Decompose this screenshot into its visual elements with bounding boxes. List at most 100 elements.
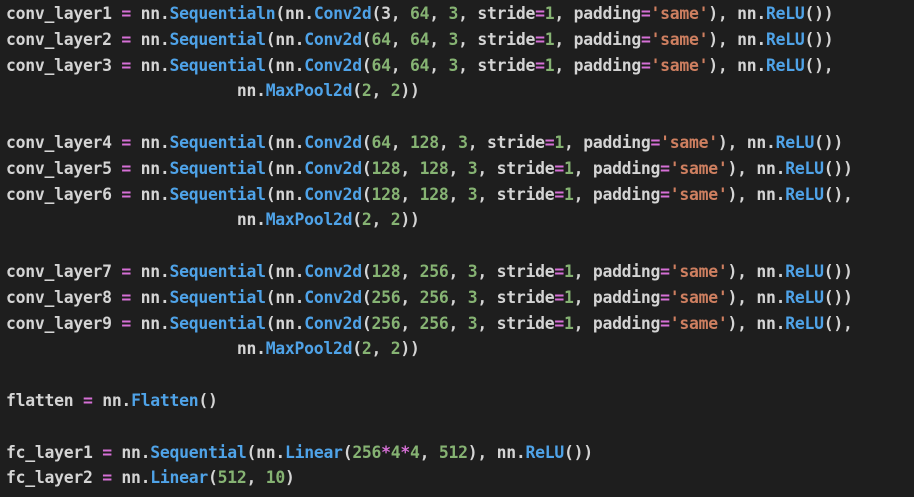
code-operator: = [121,184,132,204]
code-line[interactable]: conv_layer6 = nn.Sequential(nn.Conv2d(12… [6,182,914,208]
code-number: 3 [448,29,459,49]
code-line[interactable]: nn.MaxPool2d(2, 2)) [6,207,914,233]
code-text: flatten [6,390,83,410]
code-string: 'same' [669,313,728,333]
code-text: , [429,29,449,49]
code-number: 256 [419,287,449,307]
code-text: (), [823,184,853,204]
code-text: ( [361,261,372,281]
code-function-name: Sequential [169,287,266,307]
code-text: (nn. [265,55,305,75]
code-operator: = [554,158,564,178]
code-text: , padding [573,313,661,333]
code-operator: = [554,287,564,307]
code-editor[interactable]: conv_layer1 = nn.Sequentialn(nn.Conv2d(3… [0,0,914,497]
code-function-name: ReLU [525,442,565,462]
code-function-name: Sequential [169,158,266,178]
code-line[interactable]: conv_layer1 = nn.Sequentialn(nn.Conv2d(3… [6,1,914,27]
code-function-name: Conv2d [304,261,362,281]
code-line[interactable]: fc_layer2 = nn.Linear(512, 10) [6,465,914,491]
code-text: (nn. [265,287,305,307]
code-number: 2 [390,81,401,101]
code-number: 128 [371,261,401,281]
code-string: 'same' [669,287,728,307]
code-text: ( [361,287,372,307]
code-text: conv_layer1 [6,4,122,23]
code-line[interactable]: conv_layer8 = nn.Sequential(nn.Conv2d(25… [6,285,914,311]
code-text: ( [342,442,353,462]
code-number: 2 [390,210,401,230]
code-text: ), nn. [708,55,766,75]
code-number: 128 [419,184,449,204]
code-operator: = [640,29,651,49]
code-text: nn. [6,339,266,359]
code-text: , stride [477,261,555,281]
code-function-name: MaxPool2d [265,339,353,359]
code-text: , [390,132,411,152]
code-function-name: Conv2d [304,29,362,49]
code-text: ( [352,210,362,230]
code-text: nn. [131,313,170,333]
code-text: , stride [477,313,555,333]
code-operator: = [102,468,112,488]
code-line[interactable] [6,233,914,259]
code-number: 128 [410,132,439,152]
code-text: ( [361,158,372,178]
code-text: , [448,313,468,333]
code-line[interactable]: conv_layer4 = nn.Sequential(nn.Conv2d(64… [6,130,914,156]
code-function-name: ReLU [785,313,824,333]
code-number: 256 [419,313,449,333]
code-text: , padding [573,158,661,178]
code-line[interactable]: conv_layer3 = nn.Sequential(nn.Conv2d(64… [6,53,914,79]
code-line[interactable]: conv_layer7 = nn.Sequential(nn.Conv2d(12… [6,259,914,285]
code-text: ( [361,184,372,204]
code-line[interactable]: conv_layer9 = nn.Sequential(nn.Conv2d(25… [6,311,914,337]
code-number: 64 [371,132,392,152]
code-text: (nn. [246,442,285,462]
code-number: 64 [410,55,430,75]
code-number: 512 [438,442,468,462]
code-string: 'same' [650,4,709,23]
code-text: nn. [131,55,170,75]
code-operator: = [554,313,564,333]
code-number: 1 [563,158,574,178]
code-line[interactable]: flatten = nn.Flatten() [6,388,914,414]
code-number: 4 [410,442,420,462]
code-line[interactable] [6,414,914,440]
code-number: 2 [361,81,372,101]
code-operator: * [400,442,411,462]
code-text: conv_layer7 [6,261,122,281]
code-function-name: ReLU [765,4,805,23]
code-line[interactable]: nn.MaxPool2d(2, 2)) [6,336,914,362]
code-line[interactable]: fc_layer1 = nn.Sequential(nn.Linear(256*… [6,440,914,466]
code-text: fc_layer2 [6,468,103,488]
code-text: , [429,55,449,75]
code-text: , padding [573,287,661,307]
code-text: , padding [554,55,641,75]
code-text: conv_layer3 [6,55,122,75]
code-number: 128 [371,158,401,178]
code-operator: = [82,390,93,410]
code-line[interactable]: conv_layer2 = nn.Sequential(nn.Conv2d(64… [6,27,914,53]
code-text: ()) [823,261,853,281]
code-text: )) [400,210,420,230]
code-line[interactable] [6,362,914,388]
code-text: nn. [6,81,266,101]
code-text: , [448,287,468,307]
code-function-name: Sequential [169,261,266,281]
code-number: 3 [467,158,478,178]
code-number: 2 [390,339,401,359]
code-line[interactable]: nn.MaxPool2d(2, 2)) [6,78,914,104]
code-number: 3 [467,313,478,333]
code-text: , [390,29,411,49]
code-function-name: Conv2d [304,313,362,333]
code-function-name: ReLU [785,261,824,281]
code-text: () [198,390,218,410]
code-line[interactable]: conv_layer5 = nn.Sequential(nn.Conv2d(12… [6,156,914,182]
code-operator: = [102,442,112,462]
code-line[interactable] [6,104,914,130]
code-function-name: ReLU [785,158,824,178]
code-function-name: Sequential [169,313,266,333]
code-number: 3 [458,132,468,152]
code-function-name: Sequential [150,442,247,462]
